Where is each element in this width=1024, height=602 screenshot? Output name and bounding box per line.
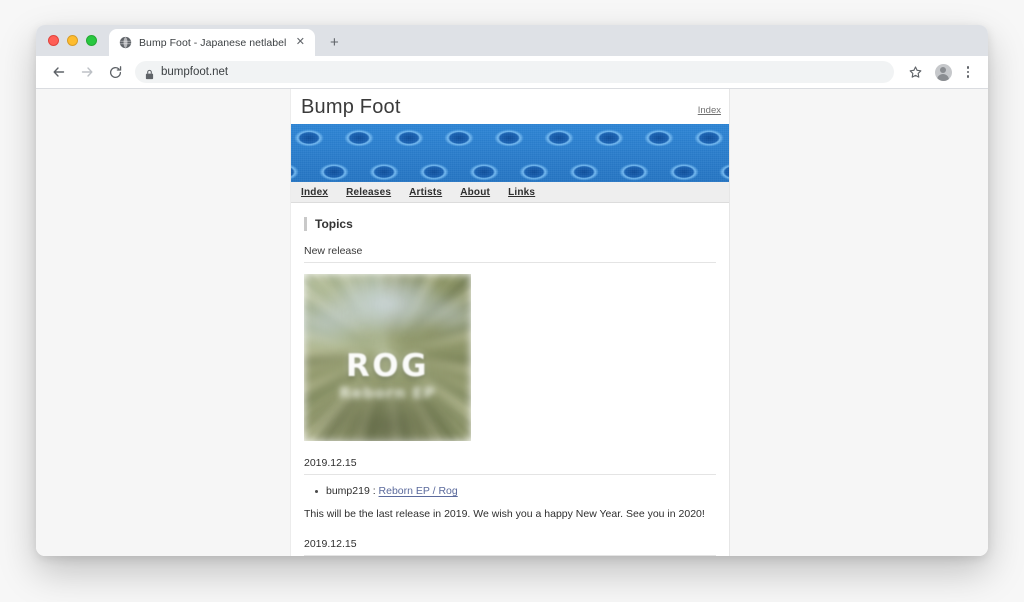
star-icon: [908, 65, 923, 80]
new-tab-button[interactable]: +: [322, 30, 346, 54]
nav-item-releases[interactable]: Releases: [346, 187, 391, 198]
site-main-content: Topics New release ROG Reborn EP 2019.12…: [291, 203, 729, 556]
browser-tab[interactable]: Bump Foot - Japanese netlabel ✕: [109, 29, 316, 56]
page-viewport: Bump Foot Index Index Releases Artists A…: [36, 89, 988, 556]
forward-button[interactable]: [74, 59, 100, 85]
site-navigation: Index Releases Artists About Links: [291, 182, 729, 203]
window-minimize-button[interactable]: [67, 35, 78, 46]
tab-title: Bump Foot - Japanese netlabel: [139, 36, 287, 49]
entry-note-text: This will be the last release in 2019. W…: [304, 508, 705, 521]
reload-icon: [108, 65, 123, 80]
tab-strip: Bump Foot - Japanese netlabel ✕ +: [36, 25, 988, 56]
profile-avatar-icon: [934, 63, 952, 81]
browser-toolbar: bumpfoot.net: [36, 56, 988, 89]
url-text: bumpfoot.net: [161, 66, 229, 78]
kebab-dot: [966, 70, 970, 74]
reload-button[interactable]: [102, 59, 128, 85]
site-content-column: Bump Foot Index Index Releases Artists A…: [290, 89, 730, 556]
release-link[interactable]: Reborn EP / Rog: [379, 485, 458, 497]
page-title: Bump Foot: [301, 96, 401, 118]
window-close-button[interactable]: [48, 35, 59, 46]
topics-title: Topics: [315, 217, 353, 231]
heading-accent-bar: [304, 217, 307, 231]
list-item: bump219 : Reborn EP / Rog: [315, 484, 716, 499]
profile-button[interactable]: [930, 59, 956, 85]
desktop-background: Bump Foot - Japanese netlabel ✕ + bumpfo…: [0, 0, 1024, 602]
topics-heading: Topics: [304, 217, 716, 231]
nav-item-about[interactable]: About: [460, 187, 490, 198]
release-code-text: bump219 :: [326, 485, 379, 497]
window-traffic-lights: [46, 25, 105, 56]
entry-date: 2019.12.15: [304, 457, 716, 475]
window-maximize-button[interactable]: [86, 35, 97, 46]
close-icon[interactable]: ✕: [293, 36, 307, 50]
kebab-dot: [966, 75, 970, 78]
topic-entry: 2019.12.15 The Hardliner released web mu…: [304, 538, 716, 556]
artwork-title-text: ROG: [345, 348, 430, 384]
section-label-new-release: New release: [304, 245, 716, 263]
entry-date: 2019.12.15: [304, 538, 716, 556]
back-button[interactable]: [46, 59, 72, 85]
site-header: Bump Foot Index: [291, 89, 729, 124]
kebab-dot: [966, 66, 970, 69]
browser-menu-button[interactable]: [958, 59, 978, 85]
browser-window: Bump Foot - Japanese netlabel ✕ + bumpfo…: [36, 25, 988, 556]
globe-icon: [119, 36, 132, 49]
arrow-right-icon: [79, 64, 95, 80]
artwork-subtitle-text: Reborn EP: [339, 384, 436, 402]
entry-item-list: bump219 : Reborn EP / Rog: [304, 484, 716, 499]
arrow-left-icon: [51, 64, 67, 80]
bookmark-button[interactable]: [902, 59, 928, 85]
site-banner-image: [291, 124, 729, 182]
lock-icon: [145, 67, 154, 79]
header-index-link[interactable]: Index: [698, 105, 721, 116]
nav-item-artists[interactable]: Artists: [409, 187, 442, 198]
address-bar[interactable]: bumpfoot.net: [135, 61, 894, 83]
topic-entry: 2019.12.15 bump219 : Reborn EP / Rog Thi…: [304, 457, 716, 522]
nav-item-links[interactable]: Links: [508, 187, 535, 198]
nav-item-index[interactable]: Index: [301, 187, 328, 198]
album-artwork[interactable]: ROG Reborn EP: [304, 274, 471, 441]
